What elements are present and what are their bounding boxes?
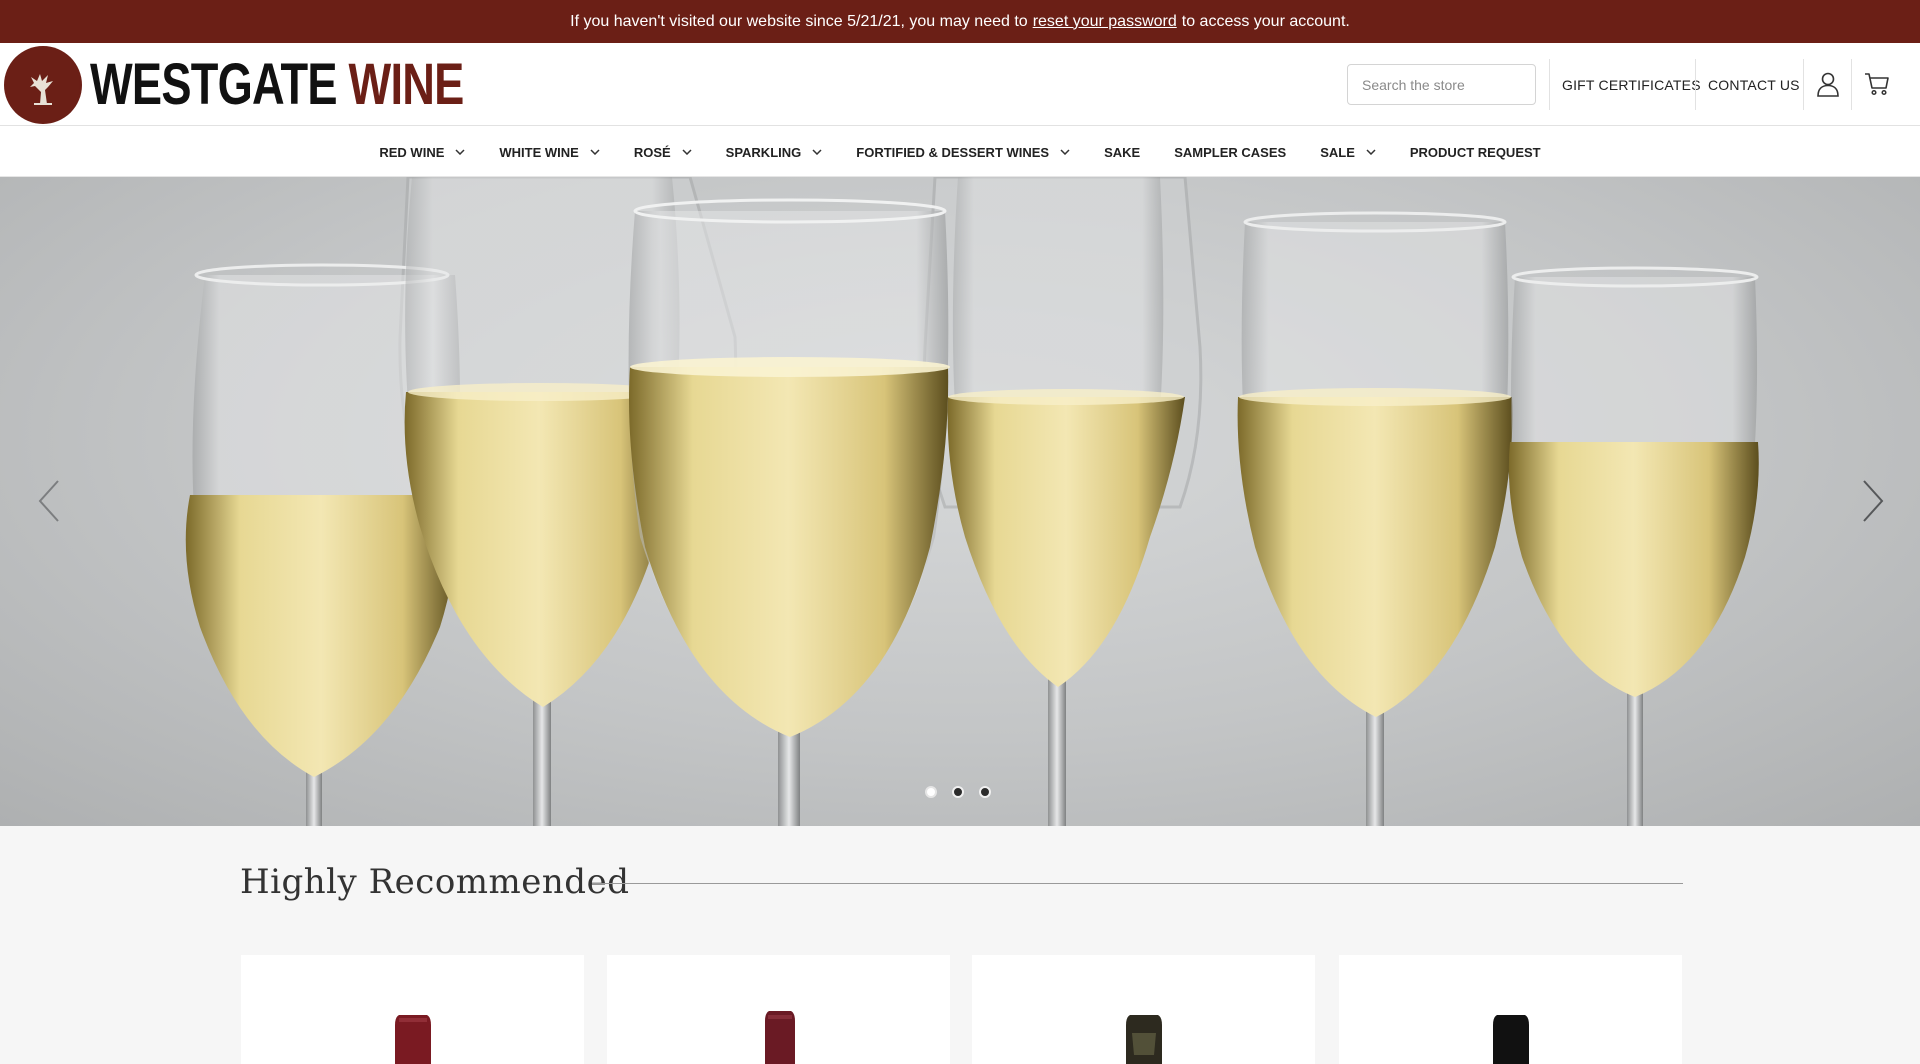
nav-item-label: SALE <box>1320 144 1355 160</box>
nav-item[interactable]: SPARKLING <box>726 145 823 160</box>
wine-bottle-image <box>1493 1015 1529 1064</box>
carousel-dot-1[interactable] <box>925 786 937 798</box>
chevron-left-icon[interactable] <box>34 471 64 531</box>
hero-carousel[interactable] <box>0 177 1920 826</box>
main-navigation: RED WINE WHITE WINE ROSÉ SPARKLING FORTIFIED… <box>0 127 1920 177</box>
nav-item[interactable]: ROSÉ <box>634 145 692 160</box>
brand-wordmark: WESTGATE WINE <box>90 56 464 114</box>
nav-item[interactable]: RED WINE <box>379 145 465 160</box>
champagne-glasses-image <box>185 177 1759 826</box>
nav-item-label: FORTIFIED & DESSERT WINES <box>856 144 1050 160</box>
brand-name-part1: WESTGATE <box>90 52 338 117</box>
wine-bottle-image <box>765 1011 795 1064</box>
gift-certificates-link[interactable]: GIFT CERTIFICATES <box>1562 43 1701 126</box>
header-divider <box>1695 59 1696 110</box>
nav-item-label: ROSÉ <box>633 144 671 160</box>
nav-item-label: RED WINE <box>379 144 445 160</box>
contact-us-link[interactable]: CONTACT US <box>1708 43 1800 126</box>
nav-item-label: WHITE WINE <box>499 144 579 160</box>
section-divider <box>592 883 1683 884</box>
champagne-glass <box>1508 266 1759 826</box>
nav-item[interactable]: PRODUCT REQUEST <box>1410 145 1541 160</box>
reset-password-link[interactable]: reset your password <box>1033 13 1177 31</box>
champagne-glass <box>1237 211 1513 826</box>
champagne-glass <box>628 198 950 826</box>
highly-recommended-section: Highly Recommended <box>0 826 1920 1064</box>
cart-icon[interactable] <box>1862 69 1892 99</box>
nav-item[interactable]: SALE <box>1320 145 1376 160</box>
product-card[interactable] <box>241 955 584 1064</box>
nav-item[interactable]: SAMPLER CASES <box>1174 145 1286 160</box>
header-divider <box>1851 59 1852 110</box>
nav-item-label: SAMPLER CASES <box>1174 144 1287 160</box>
carousel-dot-3[interactable] <box>979 786 991 798</box>
store-logo[interactable]: WESTGATE WINE <box>4 46 569 124</box>
announcement-text: If you haven't visited our website since… <box>570 12 1028 30</box>
header-divider <box>1803 59 1804 110</box>
brand-name-part2: WINE <box>348 52 465 117</box>
nav-item[interactable]: WHITE WINE <box>499 144 600 160</box>
account-icon[interactable] <box>1813 69 1843 99</box>
chevron-down-icon <box>812 149 822 155</box>
nav-item-label: SAKE <box>1104 144 1141 160</box>
wine-bottle-image <box>1126 1015 1162 1064</box>
wine-bottle-image <box>395 1015 431 1064</box>
chevron-down-icon <box>455 149 465 155</box>
product-card[interactable] <box>1339 955 1682 1064</box>
nav-item-label: PRODUCT REQUEST <box>1409 144 1541 160</box>
nav-item-label: SPARKLING <box>725 144 802 160</box>
nav-list: RED WINE WHITE WINE ROSÉ SPARKLING FORTIFIED… <box>0 127 1920 177</box>
champagne-glass <box>947 177 1185 826</box>
nav-item[interactable]: SAKE <box>1104 145 1140 160</box>
chevron-down-icon <box>682 149 692 155</box>
carousel-pagination <box>925 786 991 798</box>
product-card[interactable] <box>972 955 1315 1064</box>
site-header: WESTGATE WINE GIFT CERTIFICATES CONTACT … <box>0 43 1920 126</box>
chevron-right-icon[interactable] <box>1858 471 1888 531</box>
chevron-down-icon <box>590 149 600 155</box>
section-title: Highly Recommended <box>240 862 630 902</box>
nav-item[interactable]: FORTIFIED & DESSERT WINES <box>856 145 1070 160</box>
announcement-text-end: to access your account. <box>1181 12 1350 30</box>
carousel-dot-2[interactable] <box>952 786 964 798</box>
search-input[interactable] <box>1347 64 1536 105</box>
grapevine-logo-icon <box>4 46 82 124</box>
header-divider <box>1549 59 1550 110</box>
chevron-down-icon <box>1060 149 1070 155</box>
announcement-bar: If you haven't visited our website since… <box>0 0 1920 43</box>
product-card[interactable] <box>607 955 950 1064</box>
chevron-down-icon <box>1366 149 1376 155</box>
